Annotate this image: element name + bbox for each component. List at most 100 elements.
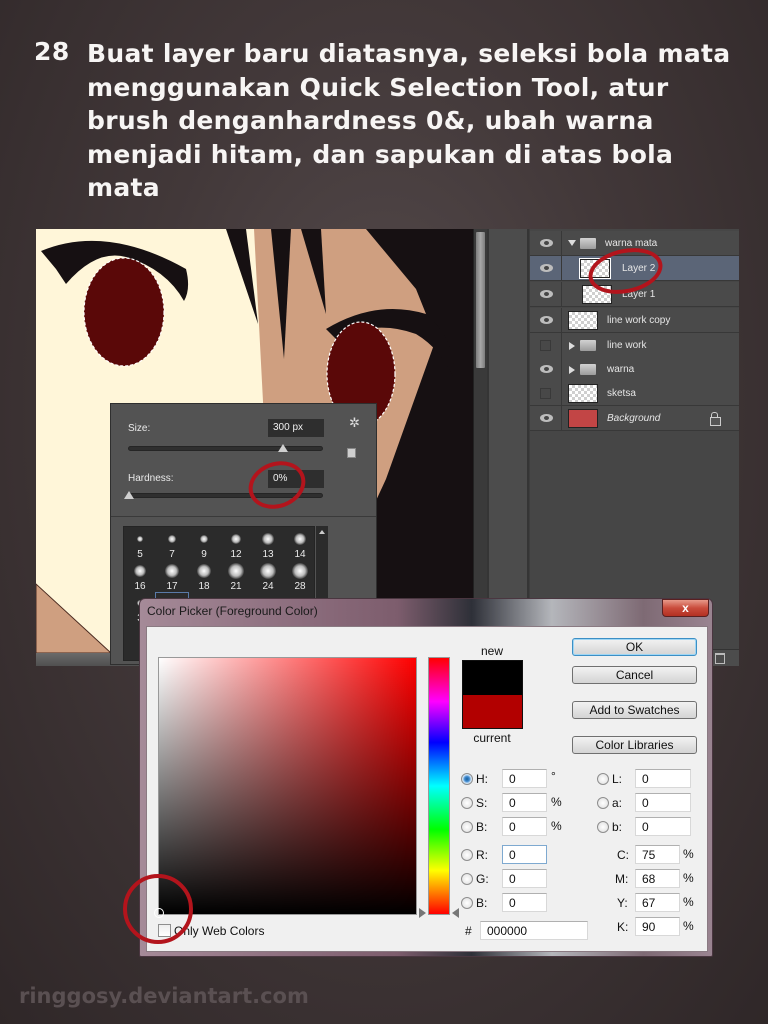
eye-icon xyxy=(540,264,553,272)
brightness-input[interactable]: 0 xyxy=(502,817,547,836)
lightness-input[interactable]: 0 xyxy=(635,769,691,788)
brush-size-label: 9 xyxy=(201,549,207,560)
saturation-input[interactable]: 0 xyxy=(502,793,547,812)
hardness-slider-thumb[interactable] xyxy=(124,491,134,499)
folder-icon xyxy=(580,364,596,375)
scrollbar-thumb[interactable] xyxy=(476,232,485,368)
black-label: K: xyxy=(617,920,629,934)
current-color-swatch[interactable] xyxy=(463,695,522,728)
brush-preset[interactable]: 28 xyxy=(284,561,316,593)
hue-input[interactable]: 0 xyxy=(502,769,547,788)
brush-preset[interactable]: 17 xyxy=(156,561,188,593)
cyan-input[interactable]: 75 xyxy=(635,845,680,864)
visibility-toggle[interactable] xyxy=(530,333,562,358)
brush-tip-preview xyxy=(199,534,209,544)
brightness-label: B: xyxy=(476,820,488,834)
percent-unit: % xyxy=(683,895,694,909)
visibility-toggle[interactable] xyxy=(530,256,562,281)
visibility-toggle[interactable] xyxy=(530,381,562,406)
green-input[interactable]: 0 xyxy=(502,869,547,888)
percent-unit: % xyxy=(551,795,562,809)
saturation-brightness-field[interactable] xyxy=(154,657,417,918)
size-slider[interactable] xyxy=(128,444,323,452)
color-libraries-button[interactable]: Color Libraries xyxy=(572,736,697,754)
new-label: new xyxy=(480,644,503,658)
folder-icon xyxy=(580,340,596,351)
hue-radio[interactable] xyxy=(461,773,473,785)
black-input[interactable]: 90 xyxy=(635,917,680,936)
hex-label: # xyxy=(465,924,472,938)
brush-preset[interactable]: 9 xyxy=(188,529,220,561)
layer-row-sketsa[interactable]: sketsa xyxy=(530,381,739,406)
a-channel-radio[interactable] xyxy=(597,797,609,809)
add-to-swatches-button[interactable]: Add to Swatches xyxy=(572,701,697,719)
brush-preset[interactable]: 12 xyxy=(220,529,252,561)
brush-size-label: 13 xyxy=(262,549,274,560)
brush-size-label: 21 xyxy=(230,581,242,592)
hue-slider-right-arrow[interactable] xyxy=(452,908,459,918)
brush-preset[interactable]: 24 xyxy=(252,561,284,593)
lightness-label: L: xyxy=(612,772,623,786)
hue-slider-left-arrow[interactable] xyxy=(419,908,426,918)
hue-label: H: xyxy=(476,772,488,786)
divider xyxy=(111,516,376,517)
red-radio[interactable] xyxy=(461,849,473,861)
brush-size-label: 14 xyxy=(294,549,306,560)
brush-preset[interactable]: 7 xyxy=(156,529,188,561)
expand-triangle-icon[interactable] xyxy=(568,240,576,246)
brush-preset[interactable]: 5 xyxy=(124,529,156,561)
b-channel-input[interactable]: 0 xyxy=(635,817,691,836)
size-slider-thumb[interactable] xyxy=(278,444,289,452)
lightness-radio[interactable] xyxy=(597,773,609,785)
red-input[interactable]: 0 xyxy=(502,845,547,864)
brush-preset[interactable]: 21 xyxy=(220,561,252,593)
b-channel-label: b: xyxy=(612,820,623,834)
expand-triangle-icon[interactable] xyxy=(569,342,575,350)
brush-preset[interactable]: 18 xyxy=(188,561,220,593)
yellow-input[interactable]: 67 xyxy=(635,893,680,912)
brush-size-label: 17 xyxy=(166,581,178,592)
brush-preset[interactable]: 13 xyxy=(252,529,284,561)
trash-icon[interactable] xyxy=(715,653,725,664)
layer-row-warna[interactable]: warna xyxy=(530,357,739,382)
lock-icon xyxy=(710,412,721,426)
expand-triangle-icon[interactable] xyxy=(569,366,575,374)
layer-row-line-work-copy[interactable]: line work copy xyxy=(530,308,739,333)
percent-unit: % xyxy=(683,919,694,933)
blue-input[interactable]: 0 xyxy=(502,893,547,912)
hue-slider[interactable] xyxy=(428,657,450,915)
layer-row-background[interactable]: Background xyxy=(530,406,739,431)
degree-unit: ° xyxy=(551,769,556,783)
hex-input[interactable]: 000000 xyxy=(480,921,588,940)
brush-preset[interactable]: 14 xyxy=(284,529,316,561)
size-input[interactable]: 300 px xyxy=(268,419,324,437)
brush-size-label: 5 xyxy=(137,549,143,560)
close-button[interactable]: x xyxy=(662,599,709,617)
brush-size-label: 24 xyxy=(262,581,274,592)
brush-size-label: 28 xyxy=(294,581,306,592)
green-label: G: xyxy=(476,872,489,886)
b-channel-radio[interactable] xyxy=(597,821,609,833)
visibility-toggle[interactable] xyxy=(530,282,562,307)
cancel-button[interactable]: Cancel xyxy=(572,666,697,684)
visibility-toggle[interactable] xyxy=(530,357,562,382)
brush-preset[interactable]: 16 xyxy=(124,561,156,593)
blue-radio[interactable] xyxy=(461,897,473,909)
gear-icon[interactable]: ✲ xyxy=(349,415,360,431)
blue-label: B: xyxy=(476,896,488,910)
layer-thumbnail xyxy=(568,384,598,403)
scroll-up-icon[interactable] xyxy=(319,530,325,534)
dialog-title: Color Picker (Foreground Color) xyxy=(147,604,318,618)
yellow-label: Y: xyxy=(617,896,628,910)
new-preset-icon[interactable] xyxy=(347,448,356,458)
green-radio[interactable] xyxy=(461,873,473,885)
ok-button[interactable]: OK xyxy=(572,638,697,656)
layer-row-line-work[interactable]: line work xyxy=(530,333,739,358)
visibility-toggle[interactable] xyxy=(530,231,562,256)
visibility-toggle[interactable] xyxy=(530,406,562,431)
a-channel-input[interactable]: 0 xyxy=(635,793,691,812)
visibility-toggle[interactable] xyxy=(530,308,562,333)
brightness-radio[interactable] xyxy=(461,821,473,833)
saturation-radio[interactable] xyxy=(461,797,473,809)
magenta-input[interactable]: 68 xyxy=(635,869,680,888)
